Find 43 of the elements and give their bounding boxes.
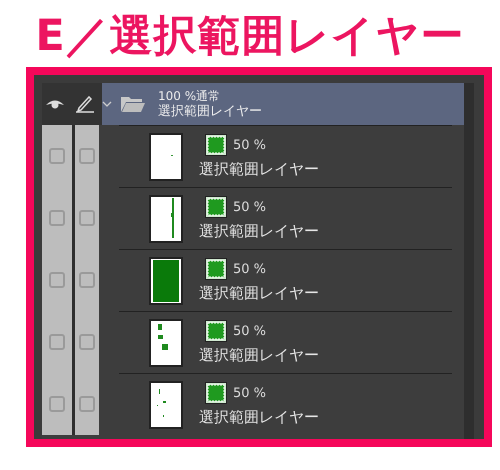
lock-checkbox[interactable] [79, 148, 95, 164]
lock-checkbox[interactable] [79, 272, 95, 288]
visibility-checkbox[interactable] [49, 210, 65, 226]
visibility-checkbox[interactable] [49, 396, 65, 412]
layer-row[interactable]: 50 % 選択範囲レイヤー [42, 373, 464, 435]
layer-row[interactable]: 50 % 選択範囲レイヤー [42, 249, 464, 311]
pen-icon[interactable] [75, 95, 95, 113]
layer-thumbnail [149, 318, 183, 366]
layer-row[interactable]: 50 % 選択範囲レイヤー [42, 125, 464, 187]
layer-name: 選択範囲レイヤー [199, 408, 319, 427]
folder-name: 選択範囲レイヤー [158, 104, 262, 119]
selection-layer-icon [205, 258, 227, 280]
layer-thumbnail [149, 256, 183, 304]
lock-checkbox[interactable] [79, 396, 95, 412]
folder-icon [120, 95, 146, 113]
layer-thumbnail [149, 380, 183, 428]
visibility-checkbox[interactable] [49, 148, 65, 164]
selection-layer-icon [205, 196, 227, 218]
layer-name: 選択範囲レイヤー [199, 284, 319, 303]
lock-checkbox[interactable] [79, 210, 95, 226]
layer-name: 選択範囲レイヤー [199, 222, 319, 241]
opacity-label: 50 % [233, 324, 266, 338]
eye-icon[interactable] [45, 98, 65, 110]
layer-name: 選択範囲レイヤー [199, 346, 319, 365]
page-title: E／選択範囲レイヤー [34, 10, 466, 63]
visibility-checkbox[interactable] [49, 334, 65, 350]
lock-checkbox[interactable] [79, 334, 95, 350]
selection-layer-icon [205, 320, 227, 342]
layer-row[interactable]: 50 % 選択範囲レイヤー [42, 311, 464, 373]
layer-name: 選択範囲レイヤー [199, 160, 319, 179]
opacity-label: 50 % [233, 386, 266, 400]
layer-thumbnail [149, 194, 183, 242]
visibility-checkbox[interactable] [49, 272, 65, 288]
selection-layer-icon [205, 382, 227, 404]
opacity-label: 50 % [233, 200, 266, 214]
blend-mode-label: 100 %通常 [158, 89, 222, 104]
layer-thumbnail [149, 132, 183, 180]
opacity-label: 50 % [233, 138, 266, 152]
folder-row[interactable]: 100 %通常 選択範囲レイヤー [42, 83, 464, 125]
selection-layer-icon [205, 134, 227, 156]
layer-row[interactable]: 50 % 選択範囲レイヤー [42, 187, 464, 249]
opacity-label: 50 % [233, 262, 266, 276]
chevron-icon[interactable] [102, 100, 112, 108]
